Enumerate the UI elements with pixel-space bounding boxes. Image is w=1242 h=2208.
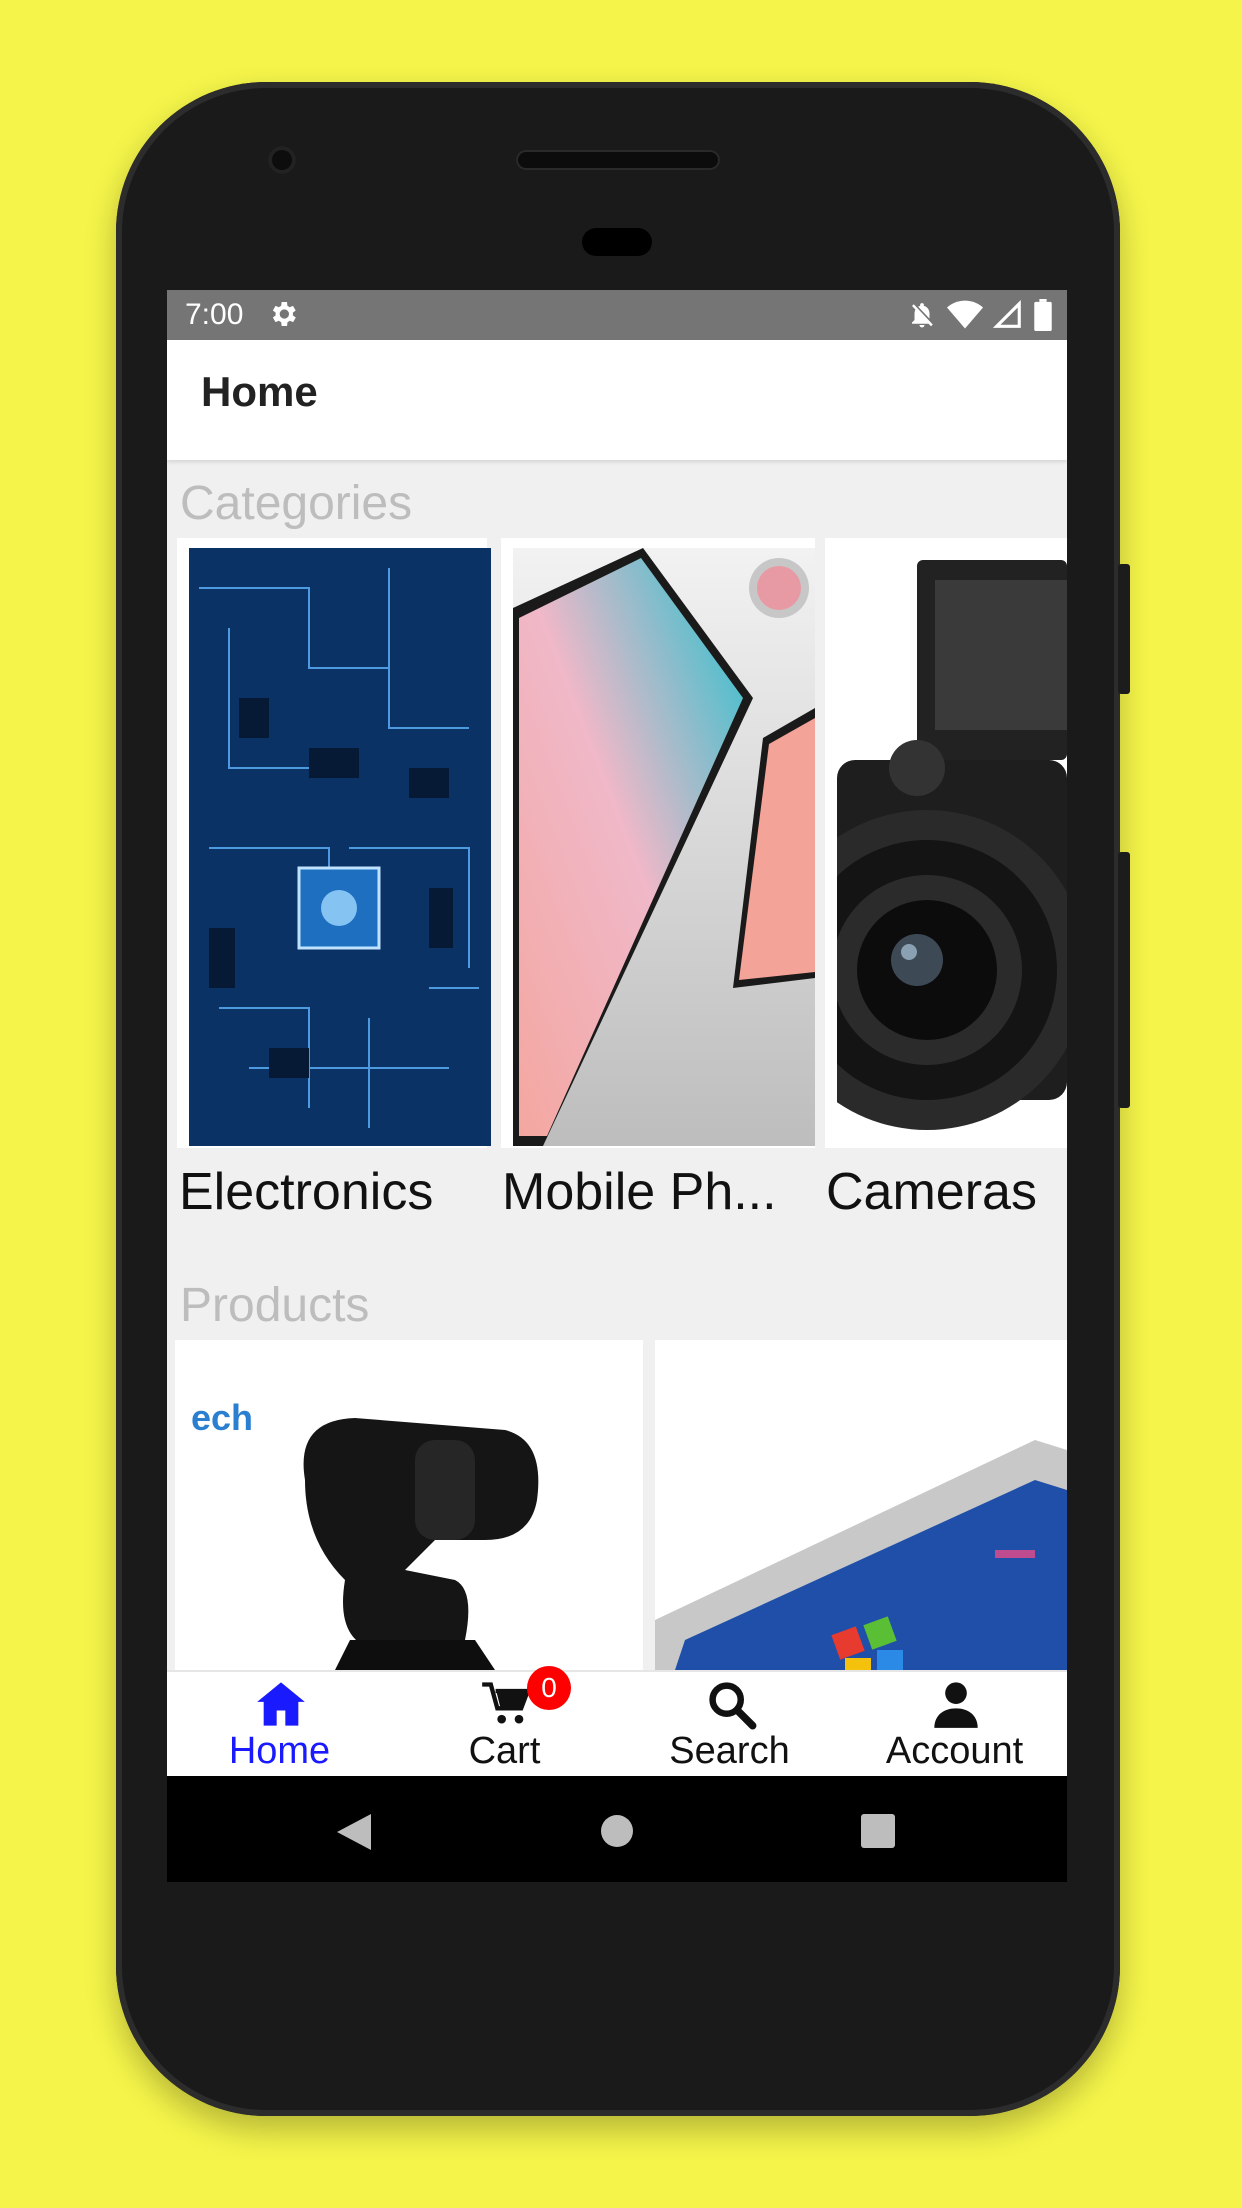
page-title: Home — [201, 368, 318, 415]
category-label-mobile-phones[interactable]: Mobile Ph... — [502, 1162, 777, 1222]
app-bar: Home — [167, 340, 1067, 460]
battery-icon — [1034, 299, 1052, 331]
category-card-mobile-phones[interactable] — [501, 538, 815, 1148]
products-heading: Products — [180, 1279, 370, 1332]
nav-search[interactable]: Search — [617, 1672, 842, 1776]
category-card-cameras[interactable] — [825, 538, 1067, 1148]
camera-image — [837, 550, 1067, 1148]
cart-count-badge: 0 — [527, 1666, 571, 1710]
signal-icon — [993, 300, 1021, 328]
cart-icon — [482, 1682, 531, 1724]
earpiece-speaker — [516, 150, 720, 170]
nav-home-label: Home — [228, 1730, 331, 1772]
nav-search-label: Search — [669, 1730, 790, 1772]
recents-square-icon[interactable] — [861, 1814, 895, 1848]
status-time: 7:00 — [185, 298, 244, 331]
webcam-image: ech — [175, 1340, 643, 1670]
category-label-electronics[interactable]: Electronics — [179, 1162, 433, 1222]
categories-heading: Categories — [180, 477, 413, 530]
nav-account-label: Account — [885, 1730, 1024, 1772]
notifications-off-icon — [912, 303, 933, 328]
nav-cart-label: Cart — [468, 1730, 541, 1772]
app-screen: 7:00 Home Categories Electronics Mobile … — [167, 290, 1067, 1776]
nav-home[interactable]: Home — [167, 1672, 392, 1776]
laptop-image — [655, 1340, 1067, 1670]
home-icon — [257, 1682, 305, 1726]
svg-text:ech: ech — [191, 1397, 253, 1438]
bottom-navigation: Home 0 Cart Search Account — [167, 1666, 1067, 1776]
product-card-webcam[interactable]: ech — [175, 1340, 643, 1670]
front-camera — [268, 146, 296, 174]
category-label-cameras[interactable]: Cameras — [826, 1162, 1037, 1222]
category-card-electronics[interactable] — [177, 538, 491, 1148]
account-icon — [934, 1682, 978, 1728]
power-button — [1118, 564, 1130, 694]
back-icon[interactable] — [337, 1814, 371, 1850]
nav-cart[interactable]: 0 Cart — [392, 1666, 617, 1776]
wifi-icon — [947, 300, 983, 329]
volume-button — [1118, 852, 1130, 1108]
status-bar: 7:00 — [167, 290, 1067, 340]
circuit-board-image — [189, 548, 491, 1146]
tablet-phone-image — [513, 548, 815, 1146]
gear-icon — [272, 302, 296, 326]
nav-account[interactable]: Account — [842, 1672, 1067, 1776]
search-icon — [709, 1682, 757, 1730]
system-navigation-bar — [167, 1776, 1067, 1882]
home-circle-icon[interactable] — [600, 1814, 634, 1848]
product-card-laptop[interactable] — [655, 1340, 1067, 1670]
proximity-sensor — [582, 228, 652, 256]
